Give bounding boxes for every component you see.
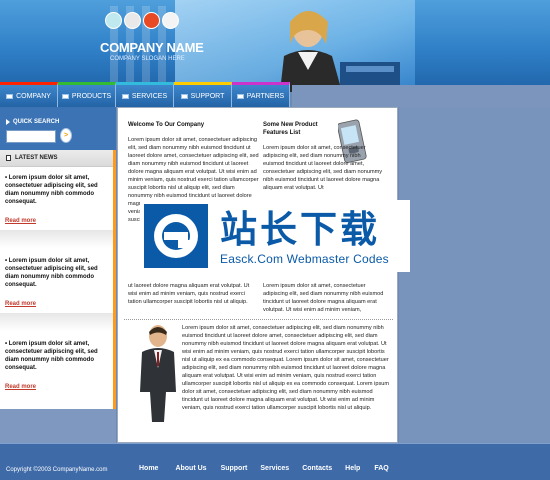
nav-arrow-icon — [61, 93, 69, 99]
header-color-circles — [105, 12, 179, 29]
products-text: Lorem ipsum dolor sit amet, consectetuer… — [263, 145, 383, 191]
footer-link-home[interactable]: Home — [139, 465, 158, 472]
header-woman-photo — [280, 11, 400, 92]
footer-link-support[interactable]: Support — [221, 465, 248, 472]
circle-2 — [124, 12, 141, 29]
nav-item-label: PARTNERS — [246, 92, 285, 100]
circle-1 — [105, 12, 122, 29]
latest-news-panel: LATEST NEWS • Lorem ipsum dolor sit amet… — [0, 150, 116, 409]
nav-item-partners[interactable]: PARTNERS — [232, 82, 290, 107]
read-more-link[interactable]: Read more — [5, 218, 36, 224]
nav-arrow-icon — [180, 93, 188, 99]
right-background — [399, 107, 550, 443]
latest-news-title: LATEST NEWS — [15, 155, 58, 161]
nav-arrow-icon — [121, 93, 129, 99]
news-item-text: • Lorem ipsum dolor sit amet, consectetu… — [5, 175, 98, 205]
watermark-english-text: Easck.Com Webmaster Codes — [220, 252, 389, 266]
nav-item-products[interactable]: PRODUCTS — [58, 82, 116, 107]
site-header: COMPANY NAME COMPANY SLOGAN HERE — [0, 0, 550, 92]
arrow-right-icon — [6, 119, 10, 125]
left-sidebar: QUICK SEARCH > LATEST NEWS • Lorem ipsum… — [0, 107, 116, 443]
nav-item-company[interactable]: COMPANY — [0, 82, 58, 107]
company-name-logo[interactable]: COMPANY NAME — [100, 40, 204, 55]
circle-4 — [162, 12, 179, 29]
nav-item-label: PRODUCTS — [71, 92, 112, 100]
products-title: Some New Product Features List — [263, 122, 318, 136]
footer-link-contacts[interactable]: Contacts — [302, 465, 332, 472]
read-more-link[interactable]: Read more — [5, 301, 36, 307]
watermark-overlay: 站长下载 Easck.Com Webmaster Codes — [140, 200, 410, 272]
footer-link-about-us[interactable]: About Us — [175, 465, 206, 472]
nav-arrow-icon — [236, 93, 244, 99]
quick-search-box: QUICK SEARCH > — [0, 107, 116, 150]
watermark-logo-icon — [144, 204, 208, 268]
search-go-button[interactable]: > — [60, 128, 72, 143]
nav-bar-fill — [292, 85, 550, 107]
nav-arrow-icon — [6, 93, 14, 99]
footer-links: Home About Us Support Services Contacts … — [139, 465, 389, 472]
welcome-title: Welcome To Our Company — [128, 122, 205, 128]
main-content: Welcome To Our Company Lorem ipsum dolor… — [117, 107, 398, 443]
read-more-link[interactable]: Read more — [5, 384, 36, 390]
nav-item-services[interactable]: SERVICES — [116, 82, 174, 107]
footer-link-faq[interactable]: FAQ — [374, 465, 388, 472]
footer-link-help[interactable]: Help — [345, 465, 360, 472]
sidebar-bottom-shade — [0, 409, 116, 443]
search-input[interactable] — [6, 130, 56, 143]
news-item-text: • Lorem ipsum dolor sit amet, consectetu… — [5, 341, 98, 371]
watermark-chinese-text: 站长下载 — [220, 209, 380, 250]
nav-item-label: SERVICES — [131, 92, 168, 100]
news-separator — [0, 313, 113, 331]
circle-3 — [143, 12, 160, 29]
welcome-text-continued: ut laoreet dolore magna aliquam erat vol… — [128, 283, 250, 305]
news-separator — [0, 230, 113, 248]
page-icon — [6, 155, 11, 161]
quick-search-title: QUICK SEARCH — [6, 119, 59, 125]
latest-news-header: LATEST NEWS — [0, 150, 113, 167]
nav-item-support[interactable]: SUPPORT — [174, 82, 232, 107]
content-divider — [124, 319, 393, 320]
footer-link-services[interactable]: Services — [260, 465, 289, 472]
copyright-text: Copyright ©2003 CompanyName.com — [6, 467, 108, 473]
quick-search-label: QUICK SEARCH — [13, 119, 60, 125]
nav-item-label: COMPANY — [16, 92, 51, 100]
company-slogan: COMPANY SLOGAN HERE — [110, 56, 185, 62]
products-text-continued: Lorem ipsum dolor sit amet, consectetuer… — [263, 283, 384, 313]
main-nav: COMPANY PRODUCTS SERVICES SUPPORT PARTNE… — [0, 82, 290, 107]
news-item-text: • Lorem ipsum dolor sit amet, consectetu… — [5, 258, 98, 288]
businessman-photo — [140, 325, 176, 422]
site-footer: Copyright ©2003 CompanyName.com Home Abo… — [0, 443, 550, 480]
nav-item-label: SUPPORT — [190, 92, 225, 100]
bottom-text: Lorem ipsum dolor sit amet, consectetuer… — [182, 325, 390, 411]
